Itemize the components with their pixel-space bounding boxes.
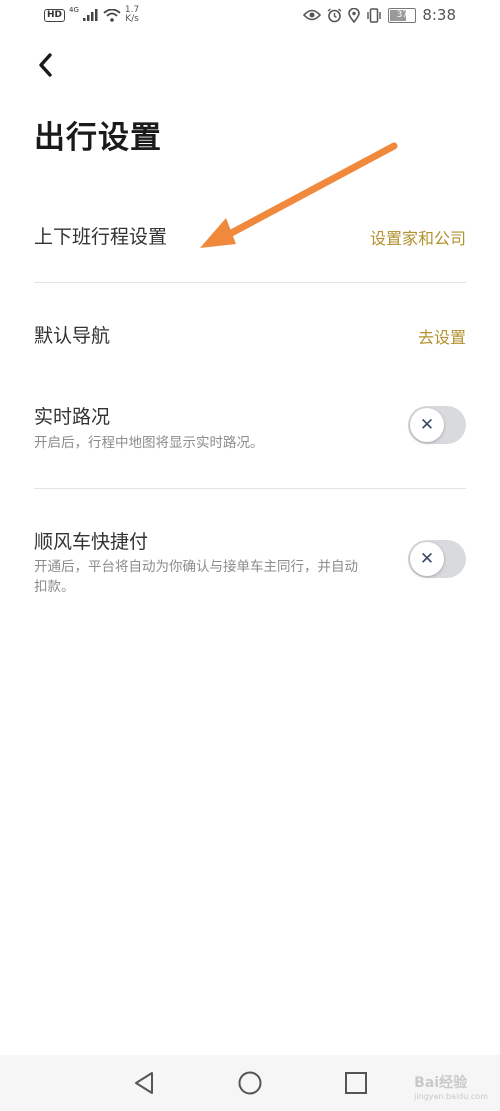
realtime-traffic-row: 实时路况 开启后，行程中地图将显示实时路况。 [34,400,466,460]
divider [34,488,466,489]
default-navigation-label: 默认导航 [34,325,111,347]
nav-recents-icon [345,1072,367,1094]
realtime-traffic-label: 实时路况 [34,406,111,428]
nav-home-button[interactable] [234,1067,266,1099]
nav-recents-button[interactable] [340,1067,372,1099]
watermark-url: jingyan.baidu.com [414,1092,488,1101]
realtime-traffic-toggle[interactable]: ✕ [408,406,466,444]
close-icon: ✕ [419,415,435,435]
default-navigation-row[interactable]: 默认导航 去设置 [34,319,466,359]
quick-pay-toggle[interactable]: ✕ [408,540,466,578]
watermark: Bai经验 jingyan.baidu.com [414,1072,488,1101]
toggle-knob: ✕ [410,408,444,442]
go-settings-link[interactable]: 去设置 [418,324,466,348]
nav-home-icon [238,1071,262,1095]
quick-pay-label: 顺风车快捷付 [34,531,149,553]
system-nav-bar: Bai经验 jingyan.baidu.com [0,1055,500,1111]
close-icon: ✕ [419,549,435,569]
quick-pay-row: 顺风车快捷付 开通后，平台将自动为你确认与接单车主同行，并自动扣款。 [34,525,466,605]
nav-back-icon [135,1072,153,1094]
annotation-arrow-icon [200,142,398,248]
watermark-brand: Bai经验 [414,1075,468,1091]
nav-back-button[interactable] [128,1067,160,1099]
realtime-traffic-desc: 开启后，行程中地图将显示实时路况。 [34,435,264,451]
quick-pay-desc: 开通后，平台将自动为你确认与接单车主同行，并自动扣款。 [34,559,358,595]
toggle-knob: ✕ [410,542,444,576]
